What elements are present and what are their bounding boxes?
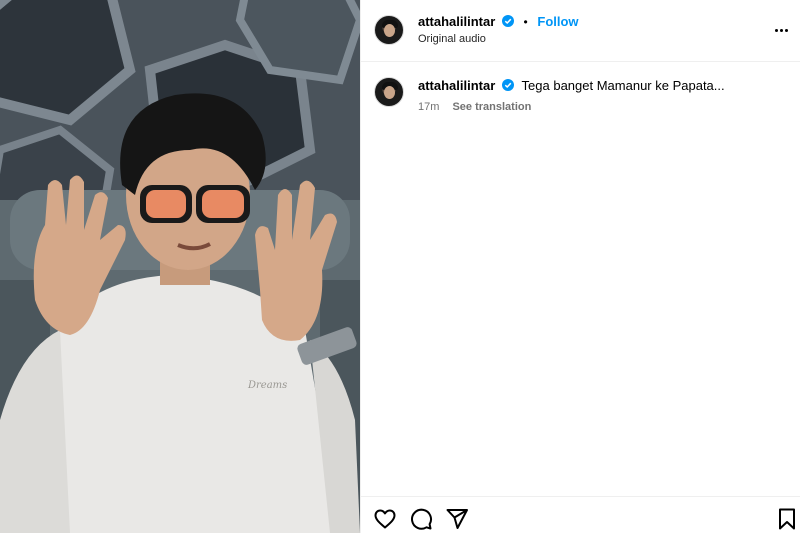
caption-line: attahalilintar Tega banget Mamanur ke Pa…: [418, 78, 725, 93]
heart-icon[interactable]: [373, 507, 397, 531]
svg-text:Dreams: Dreams: [247, 380, 287, 391]
author-username[interactable]: attahalilintar: [418, 14, 495, 29]
verified-badge-icon: [501, 15, 514, 27]
post-details-panel: attahalilintar • Follow Original audio a…: [360, 0, 800, 533]
caption-username[interactable]: attahalilintar: [418, 78, 495, 93]
send-icon[interactable]: [445, 507, 469, 531]
post-media[interactable]: Dreams: [0, 0, 360, 533]
verified-badge-icon: [501, 79, 514, 91]
post-time[interactable]: 17m: [418, 101, 439, 113]
audio-label[interactable]: Original audio: [418, 33, 486, 45]
caption-comment: attahalilintar Tega banget Mamanur ke Pa…: [361, 72, 800, 122]
post-header: attahalilintar • Follow Original audio: [361, 0, 800, 62]
header-line: attahalilintar • Follow: [418, 14, 579, 29]
follow-button[interactable]: Follow: [537, 14, 578, 29]
author-avatar[interactable]: [374, 15, 404, 45]
separator-dot: •: [523, 15, 528, 29]
more-options-icon[interactable]: [771, 20, 791, 40]
caption-meta: 17m See translation: [418, 101, 531, 113]
bookmark-icon[interactable]: [775, 507, 799, 531]
see-translation-link[interactable]: See translation: [452, 101, 531, 113]
caption-text: Tega banget Mamanur ke Papata...: [521, 78, 725, 93]
caption-author-avatar[interactable]: [374, 77, 404, 107]
action-bar: [361, 496, 800, 533]
comment-icon[interactable]: [409, 507, 433, 531]
post-video-frame: Dreams: [0, 0, 360, 533]
